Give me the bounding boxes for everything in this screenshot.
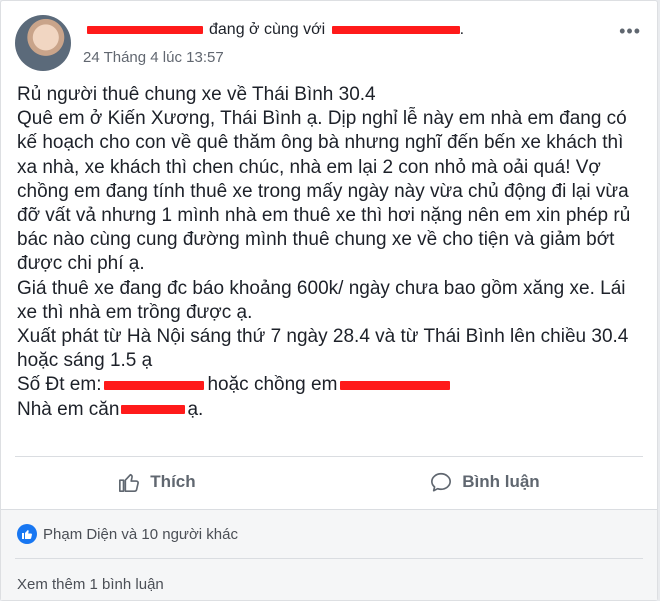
post-footer: Phạm Diện và 10 người khác Xem thêm 1 bì…	[1, 509, 657, 600]
phone-mid: hoặc chồng em	[207, 374, 338, 396]
house-suffix: ạ.	[187, 398, 204, 420]
footer-divider	[15, 558, 643, 559]
house-label: Nhà em căn	[17, 398, 120, 420]
avatar[interactable]	[15, 15, 71, 71]
view-more-comments-link[interactable]: Xem thêm 1 bình luận	[17, 576, 164, 593]
divider	[15, 456, 643, 457]
reactions-text: Phạm Diện và 10 người khác	[43, 525, 238, 543]
content-house: Nhà em căn ạ.	[17, 398, 647, 422]
post-card: đang ở cùng với . 24 Tháng 4 lúc 13:57 •…	[0, 0, 658, 601]
like-reaction-icon	[17, 524, 37, 544]
redacted-phone-2	[340, 380, 451, 390]
like-label: Thích	[150, 472, 196, 491]
comment-button[interactable]: Bình luận	[430, 471, 540, 493]
redacted-house	[121, 405, 186, 415]
like-button[interactable]: Thích	[118, 471, 196, 493]
redacted-phone-1	[104, 380, 205, 390]
comment-icon	[431, 472, 452, 492]
content-price: Giá thuê xe đang đc báo khoảng 600k/ ngà…	[17, 277, 626, 323]
more-horizontal-icon[interactable]: •••	[619, 21, 641, 42]
action-bar: Thích Bình luận	[1, 463, 657, 501]
redacted-author-name[interactable]	[87, 25, 203, 34]
post-header: đang ở cùng với .	[87, 21, 464, 39]
content-phone: Số Đt em: hoặc chồng em	[17, 373, 647, 397]
header-period: .	[459, 21, 465, 38]
post-timestamp[interactable]: 24 Tháng 4 lúc 13:57	[83, 49, 224, 66]
with-text: đang ở cùng với	[209, 21, 326, 38]
content-schedule: Xuất phát từ Hà Nội sáng thứ 7 ngày 28.4…	[17, 326, 629, 372]
content-paragraph: Quê em ở Kiến Xương, Thái Bình ạ. Dịp ng…	[17, 108, 631, 275]
content-title: Rủ người thuê chung xe về Thái Bình 30.4	[17, 84, 376, 105]
redacted-tagged-name[interactable]	[331, 25, 460, 34]
post-content: Rủ người thuê chung xe về Thái Bình 30.4…	[17, 83, 647, 422]
thumbs-up-icon	[119, 473, 140, 492]
comment-label: Bình luận	[462, 472, 540, 491]
reactions-summary[interactable]: Phạm Diện và 10 người khác	[17, 524, 238, 544]
phone-label: Số Đt em:	[17, 374, 102, 396]
